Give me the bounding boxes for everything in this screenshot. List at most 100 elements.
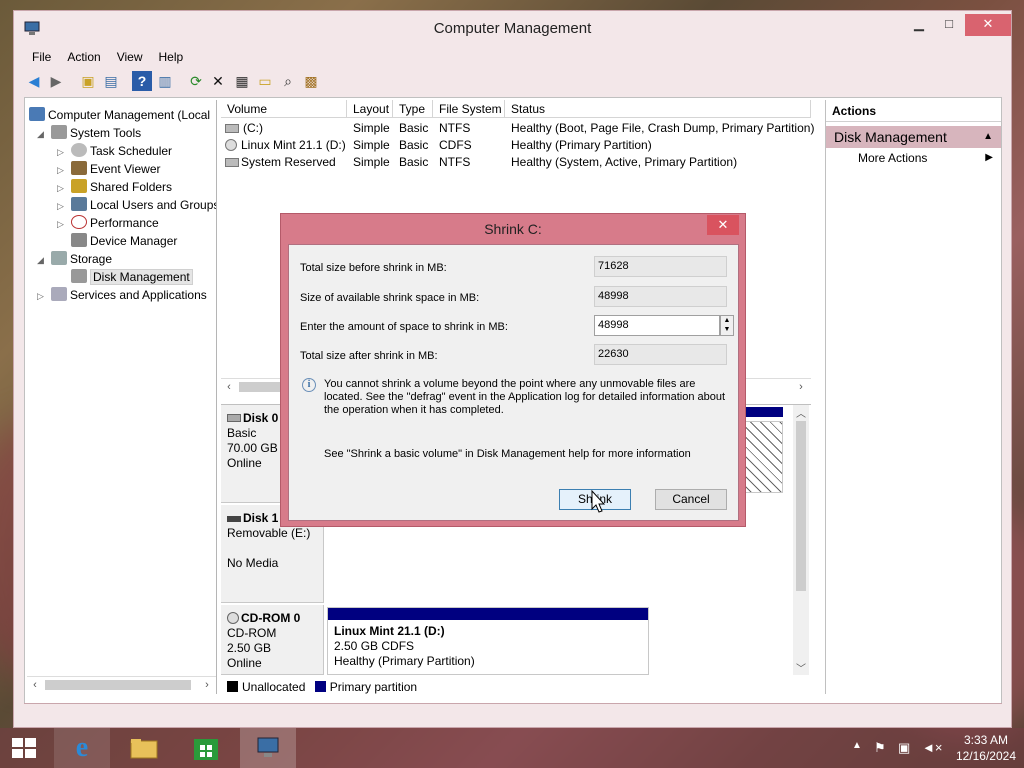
- delete-icon[interactable]: ✕: [208, 71, 228, 91]
- scroll-right-arrow-icon[interactable]: ›: [793, 379, 809, 395]
- taskbar-computer-management[interactable]: [240, 728, 296, 768]
- tree-item-local-users[interactable]: ▷ Local Users and Groups: [57, 196, 216, 215]
- menu-file[interactable]: File: [24, 47, 59, 67]
- shrink-amount-stepper[interactable]: ▲ ▼: [720, 315, 734, 336]
- properties-icon[interactable]: ▦: [232, 71, 252, 91]
- tree-item-performance[interactable]: ▷ Performance: [57, 214, 159, 232]
- table-row[interactable]: System Reserved Simple Basic NTFS Health…: [221, 154, 811, 171]
- network-icon[interactable]: ▣: [898, 740, 910, 756]
- tools-icon: [51, 125, 67, 139]
- taskbar-internet-explorer[interactable]: e: [54, 728, 110, 768]
- close-button[interactable]: ✕: [965, 14, 1011, 36]
- scroll-up-arrow-icon[interactable]: ︿: [793, 405, 809, 420]
- maximize-button[interactable]: □: [934, 14, 964, 36]
- dialog-close-button[interactable]: ✕: [707, 215, 739, 235]
- minimize-button[interactable]: ▁: [904, 14, 934, 36]
- expand-arrow-icon[interactable]: ▷: [57, 143, 67, 161]
- volume-muted-icon[interactable]: ◄×: [922, 740, 942, 755]
- start-button[interactable]: [0, 728, 48, 768]
- disk-icon: [227, 414, 241, 422]
- disk-0-unallocated-partition[interactable]: [741, 421, 783, 493]
- tree-item-event-viewer[interactable]: ▷ Event Viewer: [57, 160, 160, 178]
- open-icon[interactable]: ▭: [255, 71, 275, 91]
- scroll-thumb[interactable]: [796, 421, 806, 591]
- available-shrink-value: 48998: [594, 286, 727, 307]
- spin-up-icon[interactable]: ▲: [721, 316, 733, 325]
- expand-arrow-icon[interactable]: ▷: [37, 287, 47, 305]
- more-actions-item[interactable]: More Actions ▶: [826, 148, 1001, 168]
- up-folder-icon[interactable]: ▣: [78, 71, 98, 91]
- collapse-arrow-icon[interactable]: ◢: [37, 125, 47, 143]
- refresh-icon[interactable]: ⟳: [186, 71, 206, 91]
- tree-item-disk-management[interactable]: Disk Management: [71, 268, 193, 286]
- scroll-down-arrow-icon[interactable]: ﹀: [793, 660, 809, 675]
- menu-view[interactable]: View: [109, 47, 151, 67]
- cdrom-0-label[interactable]: CD-ROM 0 CD-ROM 2.50 GB Online: [221, 605, 324, 675]
- table-row[interactable]: Linux Mint 21.1 (D:) Simple Basic CDFS H…: [221, 137, 811, 154]
- taskbar-store[interactable]: [178, 728, 234, 768]
- column-header-status[interactable]: Status: [505, 100, 811, 118]
- tree-item-storage[interactable]: ◢ Storage: [37, 250, 112, 268]
- windows-logo-icon: [12, 738, 36, 758]
- spin-down-icon[interactable]: ▼: [721, 325, 733, 334]
- title-bar[interactable]: Computer Management ▁ □ ✕: [14, 11, 1011, 47]
- table-row[interactable]: (C:) Simple Basic NTFS Healthy (Boot, Pa…: [221, 120, 814, 137]
- unallocated-swatch: [227, 681, 238, 692]
- tree-item-services-applications[interactable]: ▷ Services and Applications: [37, 286, 207, 304]
- properties-pane-icon[interactable]: ▥: [155, 71, 175, 91]
- system-clock[interactable]: 3:33 AM 12/16/2024: [956, 732, 1016, 764]
- column-header-file-system[interactable]: File System: [433, 100, 505, 118]
- tree-item-shared-folders[interactable]: ▷ Shared Folders: [57, 178, 172, 196]
- shared-folder-icon: [71, 179, 87, 193]
- clock-date: 12/16/2024: [955, 749, 1016, 763]
- help-icon[interactable]: ?: [132, 71, 152, 91]
- total-before-label: Total size before shrink in MB:: [300, 262, 447, 274]
- scroll-left-arrow-icon[interactable]: ‹: [221, 379, 237, 395]
- expand-arrow-icon[interactable]: ▷: [57, 179, 67, 197]
- clock-time: 3:33 AM: [963, 733, 1008, 747]
- available-shrink-label: Size of available shrink space in MB:: [300, 292, 480, 304]
- show-hidden-icons[interactable]: ▲: [852, 740, 862, 751]
- forward-arrow-icon[interactable]: ▶: [46, 71, 66, 91]
- menu-help[interactable]: Help: [151, 47, 192, 67]
- scroll-right-arrow-icon[interactable]: ›: [199, 677, 215, 693]
- show-hide-tree-icon[interactable]: ▤: [101, 71, 121, 91]
- info-message: You cannot shrink a volume beyond the po…: [324, 378, 726, 416]
- column-header-type[interactable]: Type: [393, 100, 433, 118]
- store-icon: [194, 739, 218, 760]
- navigation-tree: Computer Management (Local ◢ System Tools…: [27, 100, 217, 694]
- collapse-arrow-icon[interactable]: ◢: [37, 251, 47, 269]
- actions-section-disk-management[interactable]: Disk Management ▲: [826, 126, 1001, 148]
- expand-arrow-icon[interactable]: ▷: [57, 161, 67, 179]
- info-icon: i: [302, 378, 316, 392]
- total-after-value: 22630: [594, 344, 727, 365]
- disk-management-icon: [71, 269, 87, 283]
- tree-item-system-tools[interactable]: ◢ System Tools: [37, 124, 141, 142]
- menu-action[interactable]: Action: [59, 47, 108, 67]
- disk-map-vertical-scrollbar[interactable]: ︿ ﹀: [793, 405, 809, 675]
- computer-icon: [29, 107, 45, 121]
- users-icon: [71, 197, 87, 211]
- cancel-button[interactable]: Cancel: [655, 489, 727, 510]
- expand-arrow-icon[interactable]: ▷: [57, 197, 67, 215]
- taskbar-file-explorer[interactable]: [116, 728, 172, 768]
- collapse-up-icon[interactable]: ▲: [983, 126, 993, 148]
- rescan-icon[interactable]: ▩: [301, 71, 321, 91]
- dialog-body: Total size before shrink in MB: 71628 Si…: [288, 244, 739, 521]
- cdrom-0-partition[interactable]: Linux Mint 21.1 (D:) 2.50 GB CDFS Health…: [327, 607, 649, 675]
- column-header-layout[interactable]: Layout: [347, 100, 393, 118]
- column-header-volume[interactable]: Volume: [221, 100, 347, 118]
- action-center-flag-icon[interactable]: ⚑: [874, 740, 886, 756]
- expand-arrow-icon[interactable]: ▷: [57, 215, 67, 233]
- scroll-thumb[interactable]: [45, 680, 191, 690]
- shrink-amount-input[interactable]: 48998: [594, 315, 720, 336]
- back-arrow-icon[interactable]: ◀: [24, 71, 44, 91]
- tree-item-device-manager[interactable]: Device Manager: [71, 232, 177, 250]
- primary-partition-bar: [328, 608, 648, 620]
- tree-item-task-scheduler[interactable]: ▷ Task Scheduler: [57, 142, 172, 160]
- search-icon[interactable]: ⌕: [278, 71, 298, 91]
- scroll-left-arrow-icon[interactable]: ‹: [27, 677, 43, 693]
- tree-horizontal-scrollbar[interactable]: ‹ ›: [27, 676, 216, 693]
- tree-item-computer-management[interactable]: Computer Management (Local: [29, 106, 210, 124]
- dialog-title: Shrink C:: [484, 221, 542, 237]
